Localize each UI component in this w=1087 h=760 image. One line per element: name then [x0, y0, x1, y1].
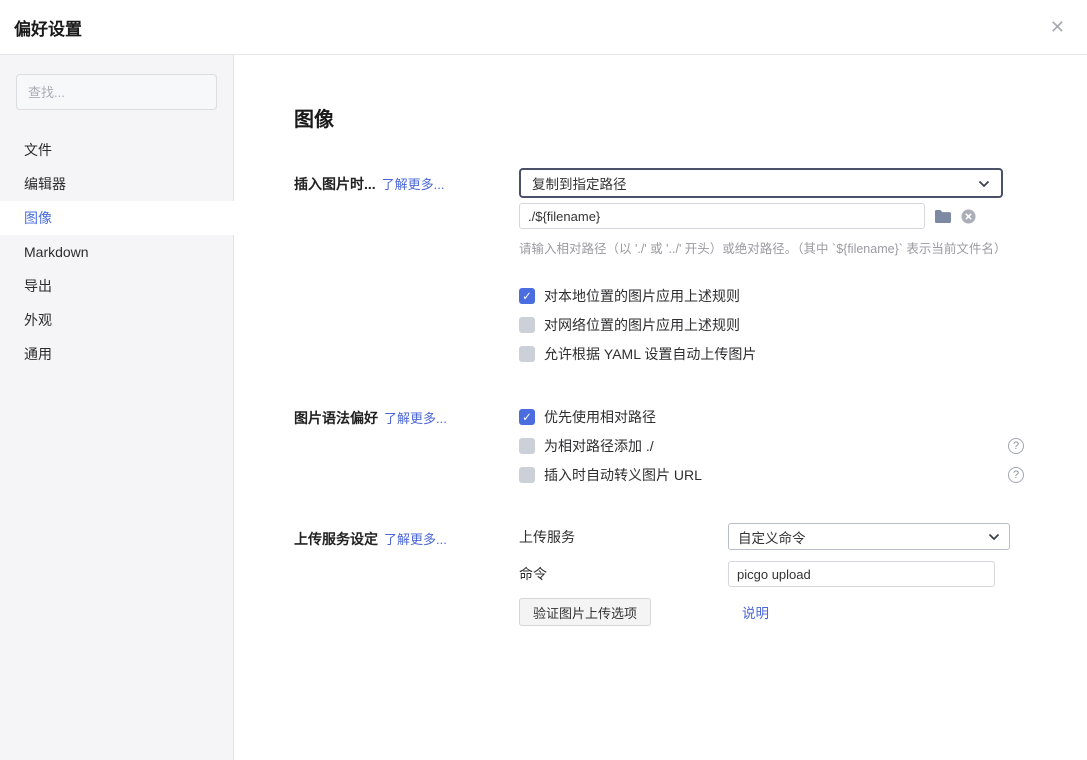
close-icon[interactable]: ✕ — [1050, 18, 1065, 36]
chevron-down-icon — [988, 529, 1000, 544]
sidebar-item-image[interactable]: 图像 — [0, 201, 234, 235]
checkbox-row-yaml-upload[interactable]: 允许根据 YAML 设置自动上传图片 — [519, 339, 1024, 368]
upload-service-select[interactable]: 自定义命令 — [728, 523, 1010, 550]
upload-section-content: 上传服务 自定义命令 命令 验证图片上传选项 说明 — [519, 523, 1024, 626]
checkbox-label: 对本地位置的图片应用上述规则 — [544, 286, 740, 306]
checkbox-row-apply-local[interactable]: 对本地位置的图片应用上述规则 — [519, 281, 1024, 310]
sidebar-item-export[interactable]: 导出 — [0, 269, 233, 303]
checkbox-apply-web-images[interactable] — [519, 317, 535, 333]
sidebar-item-file[interactable]: 文件 — [0, 133, 233, 167]
checkbox-label: 插入时自动转义图片 URL — [544, 465, 702, 485]
checkbox-escape-image-url[interactable] — [519, 467, 535, 483]
syntax-section-label: 图片语法偏好 — [294, 410, 378, 426]
upload-actions-row: 验证图片上传选项 说明 — [519, 598, 1024, 626]
checkbox-add-dot-slash[interactable] — [519, 438, 535, 454]
checkbox-label: 对网络位置的图片应用上述规则 — [544, 315, 740, 335]
upload-service-label: 上传服务 — [519, 527, 728, 547]
sidebar: 文件 编辑器 图像 Markdown 导出 外观 通用 — [0, 55, 234, 760]
sidebar-item-appearance[interactable]: 外观 — [0, 303, 233, 337]
upload-service-select-value: 自定义命令 — [738, 527, 806, 547]
checkbox-prefer-relative-path[interactable] — [519, 409, 535, 425]
image-action-select[interactable]: 复制到指定路径 — [519, 168, 1003, 198]
help-icon[interactable]: ? — [1008, 438, 1024, 454]
path-hint-text: 请输入相对路径（以 './' 或 '../' 开头）或绝对路径。（其中 `${f… — [519, 238, 1024, 257]
section-insert-images: 插入图片时... 了解更多... 复制到指定路径 — [294, 168, 1025, 368]
upload-learn-more-link[interactable]: 了解更多... — [384, 532, 447, 547]
insert-section-content: 复制到指定路径 请输入相对路径（以 './' 或 '../' 开头）或绝对路径。… — [519, 168, 1024, 368]
syntax-learn-more-link[interactable]: 了解更多... — [384, 411, 447, 426]
command-input[interactable] — [728, 561, 995, 587]
section-label-col: 插入图片时... 了解更多... — [294, 168, 519, 368]
window-header: 偏好设置 ✕ — [0, 0, 1087, 55]
search-input[interactable] — [16, 74, 217, 110]
validate-upload-button[interactable]: 验证图片上传选项 — [519, 598, 651, 626]
clear-input-icon[interactable] — [961, 209, 976, 224]
checkbox-apply-local-images[interactable] — [519, 288, 535, 304]
copy-path-row — [519, 203, 1024, 229]
insert-checkbox-group: 对本地位置的图片应用上述规则 对网络位置的图片应用上述规则 允许根据 YAML … — [519, 281, 1024, 368]
image-action-select-value: 复制到指定路径 — [532, 173, 627, 193]
window-body: 文件 编辑器 图像 Markdown 导出 外观 通用 图像 插入图片时... 了… — [0, 55, 1087, 760]
sidebar-item-markdown[interactable]: Markdown — [0, 235, 233, 269]
syntax-section-content: 优先使用相对路径 为相对路径添加 ./ ? 插入时自动转义图片 URL ? — [519, 402, 1024, 489]
upload-service-row: 上传服务 自定义命令 — [519, 523, 1024, 550]
insert-section-label: 插入图片时... — [294, 176, 376, 192]
checkbox-row-add-dot-slash[interactable]: 为相对路径添加 ./ ? — [519, 431, 1024, 460]
upload-command-row: 命令 — [519, 561, 1024, 587]
window-title: 偏好设置 — [14, 15, 82, 40]
help-icon[interactable]: ? — [1008, 467, 1024, 483]
section-image-syntax: 图片语法偏好了解更多... 优先使用相对路径 为相对路径添加 ./ ? 插入时自… — [294, 402, 1025, 489]
checkbox-row-apply-web[interactable]: 对网络位置的图片应用上述规则 — [519, 310, 1024, 339]
sidebar-item-general[interactable]: 通用 — [0, 337, 233, 371]
chevron-down-icon — [978, 176, 990, 191]
content-panel: 图像 插入图片时... 了解更多... 复制到指定路径 — [234, 55, 1087, 760]
upload-section-label: 上传服务设定 — [294, 531, 378, 547]
checkbox-label: 为相对路径添加 ./ — [544, 436, 654, 456]
search-box — [16, 74, 217, 110]
upload-description-link[interactable]: 说明 — [742, 602, 769, 622]
sidebar-item-editor[interactable]: 编辑器 — [0, 167, 233, 201]
page-title: 图像 — [294, 103, 1025, 132]
command-label: 命令 — [519, 564, 728, 584]
checkbox-row-prefer-relative[interactable]: 优先使用相对路径 — [519, 402, 1024, 431]
section-label-col: 上传服务设定了解更多... — [294, 523, 519, 626]
checkbox-auto-upload-yaml[interactable] — [519, 346, 535, 362]
section-upload-service: 上传服务设定了解更多... 上传服务 自定义命令 命令 — [294, 523, 1025, 626]
checkbox-row-escape-url[interactable]: 插入时自动转义图片 URL ? — [519, 460, 1024, 489]
insert-learn-more-link[interactable]: 了解更多... — [382, 177, 445, 192]
copy-path-input[interactable] — [519, 203, 925, 229]
checkbox-label: 允许根据 YAML 设置自动上传图片 — [544, 344, 756, 364]
section-label-col: 图片语法偏好了解更多... — [294, 402, 519, 489]
checkbox-label: 优先使用相对路径 — [544, 407, 656, 427]
folder-browse-icon[interactable] — [934, 209, 952, 223]
